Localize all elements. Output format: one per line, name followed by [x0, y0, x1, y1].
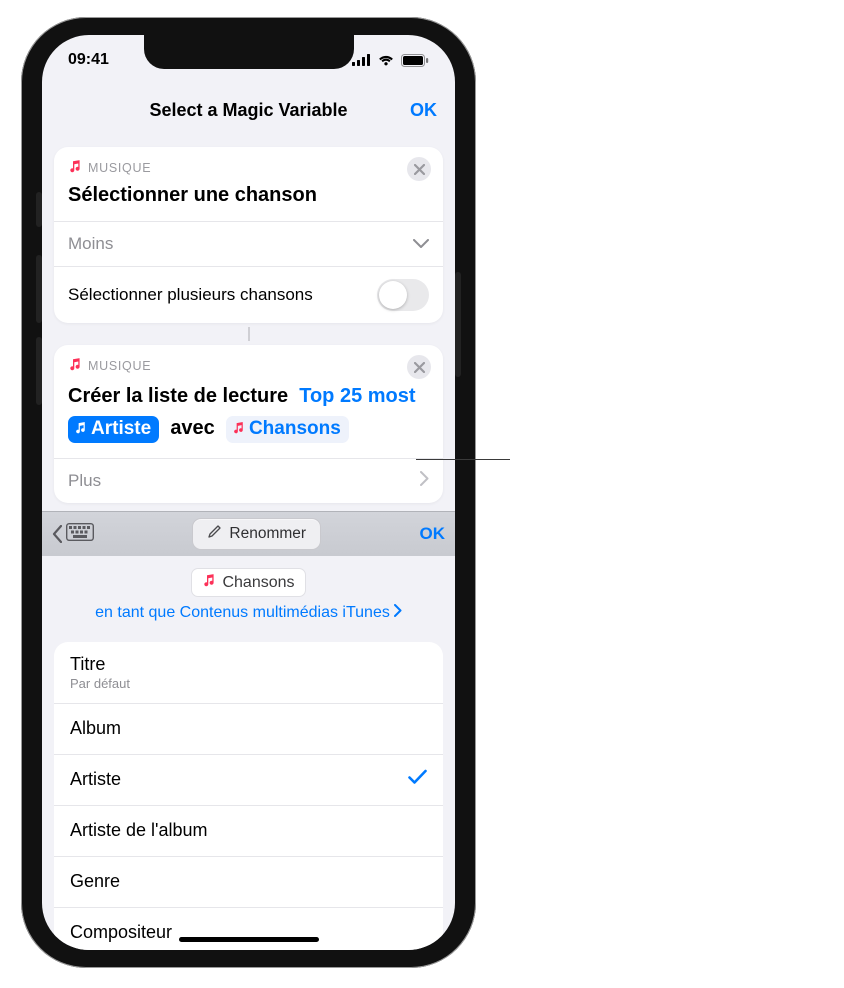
keyboard-accessory-bar: Renommer OK [42, 511, 455, 556]
action-sentence: Créer la liste de lecture Top 25 most Ar… [54, 376, 443, 458]
action-connector [248, 327, 250, 341]
rename-button[interactable]: Renommer [192, 518, 321, 550]
phone-frame: 09:41 Select a Magic Variable OK [21, 17, 476, 968]
checkmark-icon [408, 769, 427, 790]
attribute-row[interactable]: Compositeur [54, 908, 443, 950]
attribute-row[interactable]: TitrePar défaut [54, 642, 443, 704]
music-app-icon [68, 159, 82, 176]
music-variable-icon [74, 417, 87, 442]
close-action-button[interactable] [407, 355, 431, 379]
attribute-row[interactable]: Album [54, 704, 443, 755]
with-label: avec [170, 417, 215, 439]
rename-button-label: Renommer [229, 525, 306, 543]
close-action-button[interactable] [407, 157, 431, 181]
attribute-list: TitrePar défaut Album Artiste Artiste de l'… [54, 642, 443, 950]
status-time: 09:41 [68, 51, 109, 69]
attribute-title: Genre [70, 871, 120, 892]
chevron-right-icon [394, 604, 402, 622]
variable-type-label: en tant que Contenus multimédias iTunes [95, 604, 390, 622]
row-show-more-label: Plus [68, 471, 101, 491]
action-app-name: MUSIQUE [88, 359, 151, 373]
close-icon [414, 362, 425, 373]
accessory-ok-button[interactable]: OK [419, 524, 445, 544]
attribute-title: Album [70, 718, 121, 739]
attribute-row[interactable]: Genre [54, 857, 443, 908]
keyboard-icon [66, 523, 94, 546]
battery-icon [401, 54, 429, 67]
cellular-icon [352, 54, 371, 66]
music-variable-icon [202, 573, 216, 592]
home-indicator[interactable] [179, 937, 319, 942]
wifi-icon [377, 54, 395, 66]
callout-line [416, 459, 510, 460]
variable-token-artist-label: Artiste [91, 417, 151, 442]
attribute-row[interactable]: Artiste de l'album [54, 806, 443, 857]
row-show-more[interactable]: Plus [54, 458, 443, 503]
action-card-select-music[interactable]: MUSIQUE Sélectionner une chanson Moins [54, 147, 443, 323]
notch [144, 35, 354, 69]
nav-title: Select a Magic Variable [149, 100, 347, 121]
attribute-title: Artiste [70, 769, 121, 790]
row-select-multiple-label: Sélectionner plusieurs chansons [68, 285, 313, 305]
chevron-down-icon [413, 234, 429, 254]
attribute-title: Artiste de l'album [70, 820, 208, 841]
variable-type-button[interactable]: en tant que Contenus multimédias iTunes [95, 604, 402, 622]
action-title: Sélectionner une chanson [54, 178, 443, 221]
close-icon [414, 164, 425, 175]
nav-ok-button[interactable]: OK [410, 100, 437, 121]
row-select-multiple: Sélectionner plusieurs chansons [54, 266, 443, 323]
variable-token-songs[interactable]: Chansons [226, 416, 349, 443]
playlist-name-part2[interactable]: most [368, 385, 416, 407]
attribute-title: Compositeur [70, 922, 172, 943]
accessory-back-button[interactable] [52, 523, 94, 546]
row-show-less-label: Moins [68, 234, 113, 254]
variable-detail-header: Chansons en tant que Contenus multimédia… [42, 556, 455, 628]
variable-token-artist[interactable]: Artiste [68, 416, 159, 443]
action-card-create-playlist[interactable]: MUSIQUE Créer la liste de lecture Top 25… [54, 345, 443, 503]
attribute-subtitle: Par défaut [70, 676, 130, 691]
side-button [455, 272, 461, 377]
attribute-title: Titre [70, 654, 130, 675]
music-variable-icon [232, 417, 245, 442]
attribute-row[interactable]: Artiste [54, 755, 443, 806]
row-show-less[interactable]: Moins [54, 221, 443, 266]
variable-chip-label: Chansons [222, 574, 294, 592]
select-multiple-toggle[interactable] [377, 279, 429, 311]
action-app-name: MUSIQUE [88, 161, 151, 175]
variable-token-songs-label: Chansons [249, 417, 341, 442]
action-verb: Créer la liste de lecture [68, 385, 288, 407]
pencil-icon [207, 524, 222, 544]
music-app-icon [68, 357, 82, 374]
chevron-right-icon [420, 471, 429, 491]
variable-chip[interactable]: Chansons [191, 568, 305, 597]
nav-bar: Select a Magic Variable OK [42, 85, 455, 135]
playlist-name-part1[interactable]: Top 25 [299, 385, 362, 407]
